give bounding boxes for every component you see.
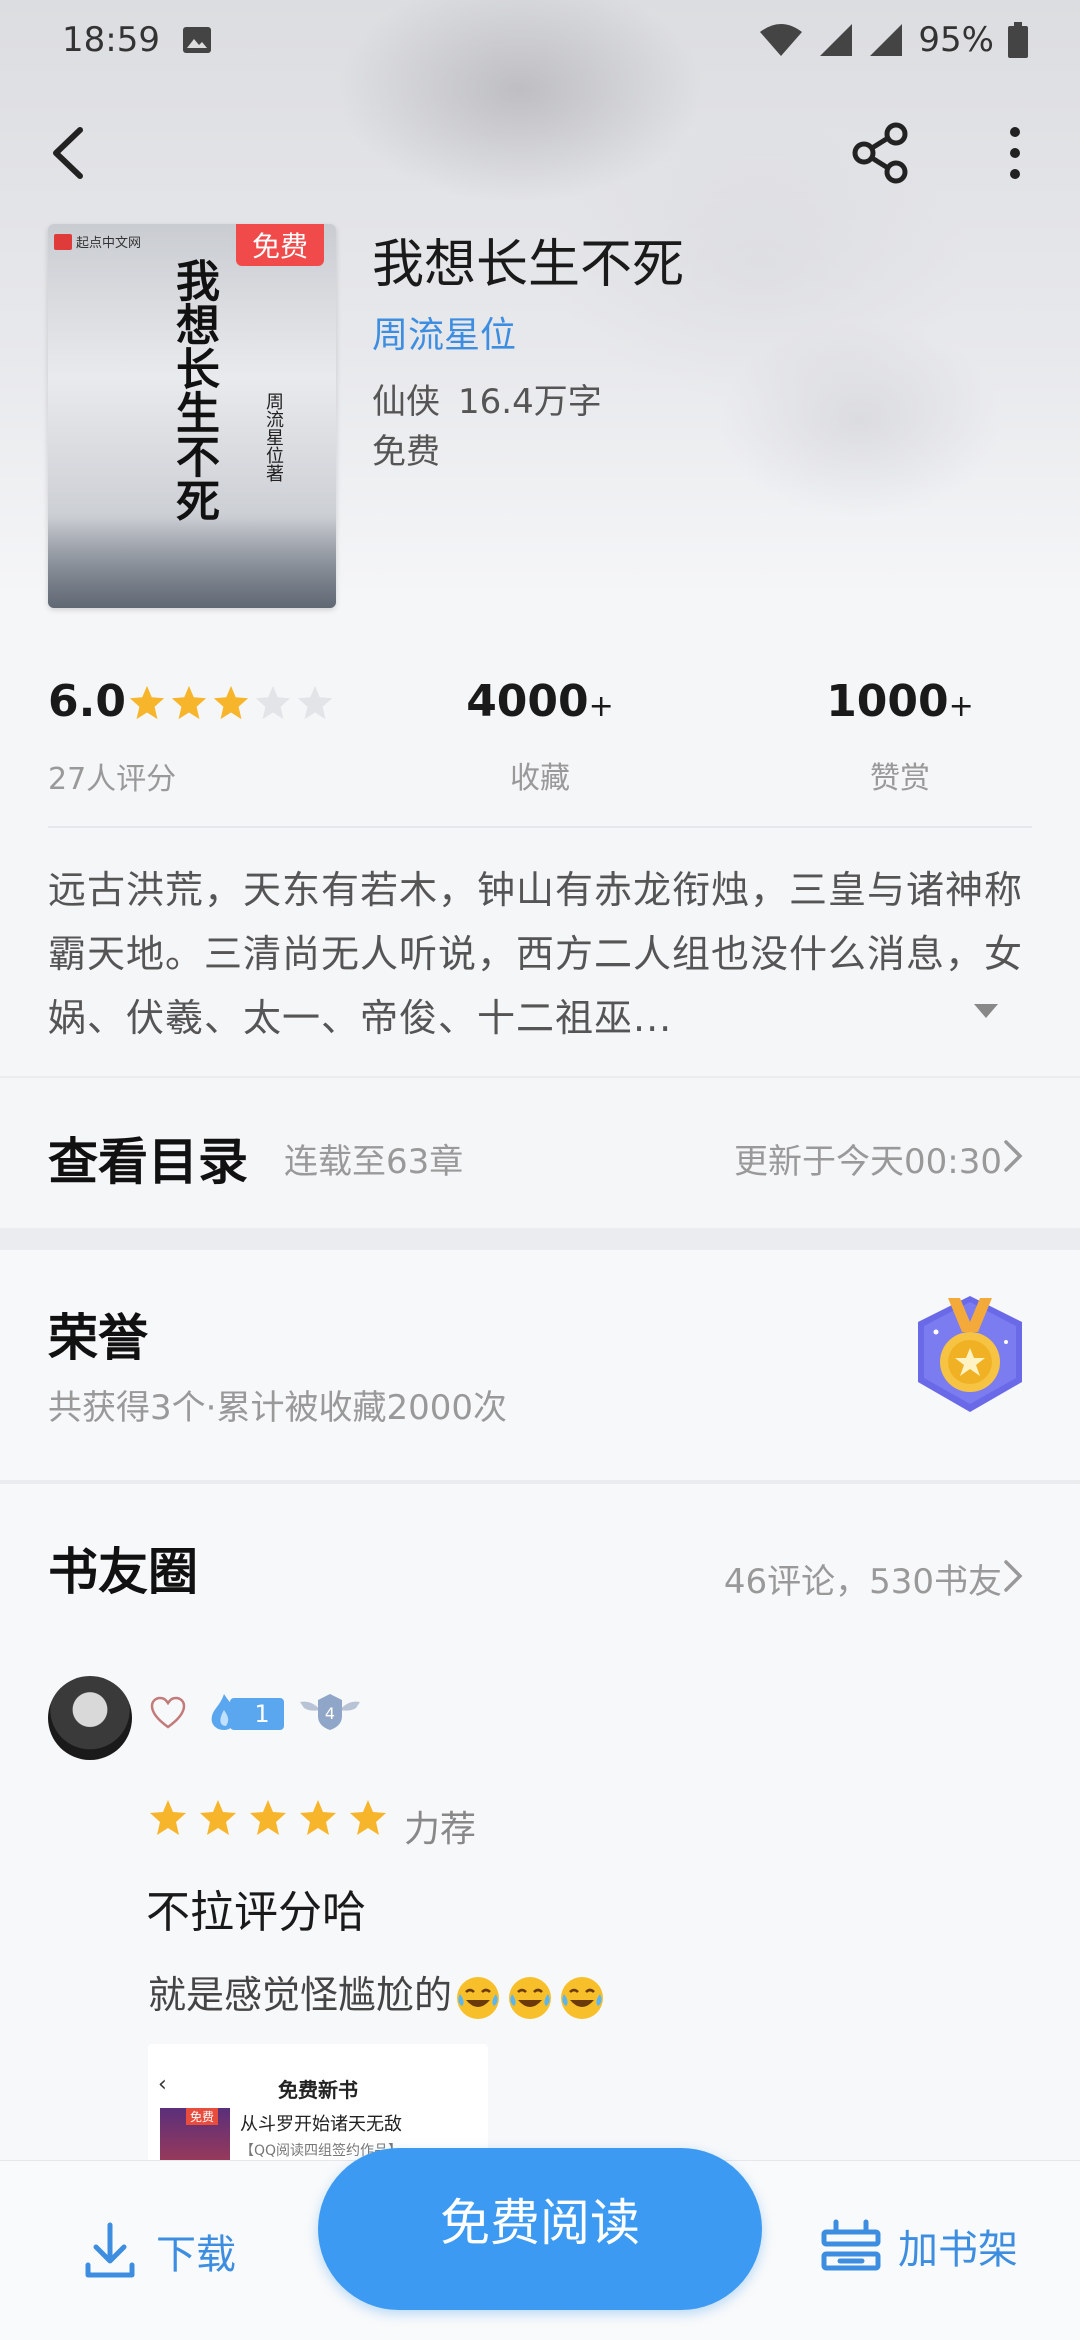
bookshelf-icon bbox=[821, 2219, 881, 2271]
laughing-crying-emoji-icon bbox=[509, 1976, 552, 2019]
divider bbox=[48, 826, 1032, 828]
review-body-text: 就是感觉怪尴尬的 bbox=[148, 1973, 453, 2017]
laughing-crying-emoji-icon bbox=[561, 1976, 604, 2019]
publisher-logo-icon bbox=[54, 233, 72, 250]
star-filled-icon bbox=[250, 1800, 286, 1835]
image-notification-icon bbox=[182, 27, 211, 53]
battery-icon bbox=[1008, 22, 1028, 58]
cover-publisher: 起点中文网 bbox=[54, 232, 141, 251]
star-filled-icon bbox=[350, 1800, 386, 1835]
status-bar: 18:59 95% bbox=[0, 0, 1080, 80]
status-right: 95% bbox=[758, 20, 1028, 60]
synopsis[interactable]: 远古洪荒，天东有若木，钟山有赤龙衔烛，三皇与诸神称霸天地。三清尚无人听说，西方二… bbox=[48, 858, 1038, 1050]
like-value: 1000 bbox=[826, 676, 949, 727]
back-icon[interactable] bbox=[40, 120, 100, 186]
collect-label: 收藏 bbox=[510, 761, 570, 796]
circle-title: 书友圈 bbox=[48, 1542, 198, 1601]
download-label: 下载 bbox=[156, 2232, 236, 2278]
cover-title: 我想长生不死 bbox=[168, 258, 219, 522]
rating-value: 6.0 bbox=[48, 676, 126, 727]
catalog-status: 连载至63章 bbox=[284, 1142, 464, 1182]
chevron-right-icon bbox=[1004, 1140, 1023, 1172]
star-filled-icon bbox=[129, 685, 165, 720]
book-price: 免费 bbox=[372, 432, 440, 472]
collect-plus: + bbox=[588, 689, 614, 724]
cover-author: 周流星位著 bbox=[263, 392, 284, 482]
book-word-count: 16.4万字 bbox=[458, 382, 602, 422]
collect-stat: 4000+ 收藏 bbox=[420, 676, 660, 797]
add-to-shelf-button[interactable]: 加书架 bbox=[820, 2217, 1018, 2275]
star-filled-icon bbox=[300, 1800, 336, 1835]
catalog-title: 查看目录 bbox=[48, 1132, 248, 1191]
star-filled-icon bbox=[171, 685, 207, 720]
cover-artwork bbox=[48, 518, 336, 608]
star-empty-icon bbox=[297, 685, 333, 720]
like-plus: + bbox=[948, 689, 974, 724]
catalog-update-time: 更新于今天00:30 bbox=[734, 1142, 1002, 1182]
avatar[interactable] bbox=[48, 1676, 132, 1760]
status-time: 18:59 bbox=[62, 20, 160, 60]
star-filled-icon bbox=[200, 1800, 236, 1835]
more-options-icon[interactable] bbox=[990, 120, 1040, 186]
book-meta: 仙侠 16.4万字 bbox=[372, 374, 602, 423]
review-tag: 力荐 bbox=[404, 1809, 477, 1850]
download-icon bbox=[85, 2222, 135, 2278]
collect-value: 4000 bbox=[466, 676, 589, 727]
heart-icon[interactable] bbox=[150, 1696, 186, 1730]
honor-subtitle: 共获得3个·累计被收藏2000次 bbox=[48, 1388, 507, 1428]
book-circle-section: 书友圈 46评论，530书友 1 4 力荐 不拉评分哈 就是感觉怪尴尬的 ‹ 免… bbox=[0, 1484, 1080, 2184]
download-button[interactable]: 下载 bbox=[82, 2221, 236, 2281]
wing-level-icon: 4 bbox=[300, 1694, 360, 1730]
free-read-button[interactable]: 免费阅读 bbox=[318, 2148, 762, 2310]
review-title[interactable]: 不拉评分哈 bbox=[146, 1876, 366, 1940]
thumbnail-back-icon: ‹ bbox=[158, 2072, 167, 2097]
thumbnail-book-name: 从斗罗开始诸天无敌 bbox=[240, 2114, 402, 2135]
rating-stars bbox=[128, 684, 334, 722]
section-gap bbox=[0, 1228, 1080, 1250]
thumbnail-tag: 免费 bbox=[186, 2108, 219, 2125]
share-icon[interactable] bbox=[848, 120, 914, 186]
book-title: 我想长生不死 bbox=[372, 235, 685, 295]
review-stars bbox=[148, 1798, 388, 1838]
chevron-right-icon[interactable] bbox=[1002, 1558, 1024, 1594]
like-label: 赞赏 bbox=[870, 761, 930, 796]
star-filled-icon bbox=[150, 1800, 186, 1835]
add-to-shelf-label: 加书架 bbox=[898, 2227, 1018, 2273]
review-image-thumbnail[interactable]: ‹ 免费新书 免费 从斗罗开始诸天无敌 【QQ阅读四组签约作品】 bbox=[148, 2044, 488, 2164]
book-cover[interactable]: 起点中文网 免费 我想长生不死 周流星位著 bbox=[48, 224, 336, 608]
divider bbox=[0, 1076, 1080, 1078]
rating-count: 27人评分 bbox=[48, 762, 177, 797]
catalog-row[interactable]: 查看目录 连载至63章 更新于今天00:30 bbox=[0, 1080, 1080, 1228]
honor-section[interactable]: 荣誉 共获得3个·累计被收藏2000次 bbox=[0, 1250, 1080, 1480]
honor-title: 荣誉 bbox=[48, 1308, 148, 1367]
star-empty-icon bbox=[255, 685, 291, 720]
fan-level-badge: 1 bbox=[204, 1692, 284, 1732]
wifi-icon bbox=[760, 24, 803, 56]
emoji-group bbox=[454, 1974, 606, 2022]
book-stats: 6.0 27人评分 4000+ 收藏 1000+ 赞赏 bbox=[0, 670, 1080, 800]
circle-stats-link[interactable]: 46评论，530书友 bbox=[724, 1554, 1002, 1603]
laughing-crying-emoji-icon bbox=[457, 1976, 500, 2019]
free-tag: 免费 bbox=[236, 224, 324, 266]
battery-percent: 95% bbox=[918, 20, 994, 60]
like-stat: 1000+ 赞赏 bbox=[780, 676, 1020, 797]
star-filled-icon bbox=[213, 685, 249, 720]
signal-icon bbox=[820, 24, 853, 56]
top-navigation bbox=[0, 100, 1080, 204]
book-genre: 仙侠 bbox=[372, 382, 440, 422]
book-author-link[interactable]: 周流星位 bbox=[372, 306, 516, 358]
medal-icon bbox=[918, 1296, 1022, 1412]
review-body[interactable]: 就是感觉怪尴尬的 bbox=[148, 1964, 606, 2022]
signal-icon-2 bbox=[870, 24, 903, 56]
expand-down-icon[interactable] bbox=[970, 998, 1002, 1022]
wing-level-value: 4 bbox=[325, 1704, 335, 1723]
flame-icon bbox=[211, 1694, 237, 1730]
thumbnail-title: 免费新书 bbox=[278, 2078, 358, 2102]
